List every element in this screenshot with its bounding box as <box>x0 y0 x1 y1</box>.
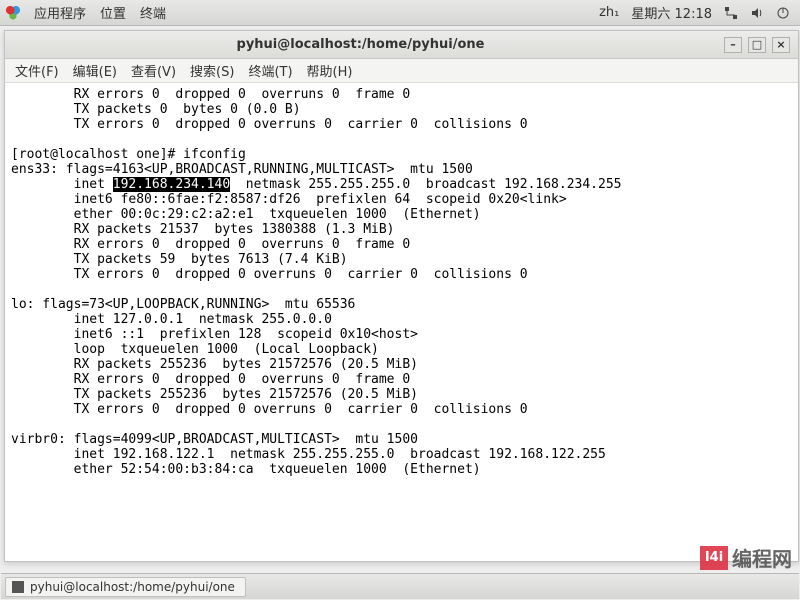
volume-icon[interactable] <box>750 6 764 20</box>
terminal-window: pyhui@localhost:/home/pyhui/one – □ × 文件… <box>4 30 799 562</box>
taskbar-item-terminal[interactable]: pyhui@localhost:/home/pyhui/one <box>5 577 246 597</box>
term-line: TX packets 255236 bytes 21572576 (20.5 M… <box>11 387 418 402</box>
window-title: pyhui@localhost:/home/pyhui/one <box>5 37 716 52</box>
window-titlebar[interactable]: pyhui@localhost:/home/pyhui/one – □ × <box>5 31 798 59</box>
term-line: [root@localhost one]# ifconfig <box>11 147 246 162</box>
term-line: RX packets 21537 bytes 1380388 (1.3 MiB) <box>11 222 395 237</box>
clock[interactable]: 星期六 12:18 <box>631 3 712 22</box>
term-line: TX errors 0 dropped 0 overruns 0 carrier… <box>11 267 528 282</box>
term-line: netmask 255.255.255.0 broadcast 192.168.… <box>230 177 621 192</box>
maximize-button[interactable]: □ <box>748 37 766 53</box>
taskbar: pyhui@localhost:/home/pyhui/one <box>1 573 799 599</box>
minimize-button[interactable]: – <box>724 37 742 53</box>
term-line: lo: flags=73<UP,LOOPBACK,RUNNING> mtu 65… <box>11 297 355 312</box>
term-line: loop txqueuelen 1000 (Local Loopback) <box>11 342 379 357</box>
menu-terminal[interactable]: 终端(T) <box>248 61 292 80</box>
ime-indicator[interactable]: zh₁ <box>599 5 619 20</box>
term-line: RX errors 0 dropped 0 overruns 0 frame 0 <box>11 87 410 102</box>
term-line: inet6 fe80::6fae:f2:8587:df26 prefixlen … <box>11 192 567 207</box>
system-panel: 应用程序 位置 终端 zh₁ 星期六 12:18 <box>0 0 800 26</box>
applications-menu[interactable]: 应用程序 <box>34 3 86 22</box>
term-line: ether 00:0c:29:c2:a2:e1 txqueuelen 1000 … <box>11 207 481 222</box>
term-line: ether 52:54:00:b3:84:ca txqueuelen 1000 … <box>11 462 481 477</box>
term-line: ens33: flags=4163<UP,BROADCAST,RUNNING,M… <box>11 162 473 177</box>
taskbar-item-label: pyhui@localhost:/home/pyhui/one <box>30 580 235 594</box>
highlighted-ip: 192.168.234.140 <box>113 177 230 192</box>
term-line: inet 192.168.122.1 netmask 255.255.255.0… <box>11 447 606 462</box>
term-line: inet 127.0.0.1 netmask 255.0.0.0 <box>11 312 332 327</box>
term-line: RX errors 0 dropped 0 overruns 0 frame 0 <box>11 237 410 252</box>
menu-edit[interactable]: 编辑(E) <box>73 61 117 80</box>
network-icon[interactable] <box>724 6 738 20</box>
menu-search[interactable]: 搜索(S) <box>190 61 234 80</box>
term-line: inet6 ::1 prefixlen 128 scopeid 0x10<hos… <box>11 327 418 342</box>
term-line: inet <box>11 177 113 192</box>
term-line: TX errors 0 dropped 0 overruns 0 carrier… <box>11 402 528 417</box>
menu-file[interactable]: 文件(F) <box>15 61 59 80</box>
term-line: RX errors 0 dropped 0 overruns 0 frame 0 <box>11 372 410 387</box>
terminal-icon <box>12 581 24 593</box>
menu-help[interactable]: 帮助(H) <box>307 61 353 80</box>
menu-view[interactable]: 查看(V) <box>131 61 176 80</box>
places-menu[interactable]: 位置 <box>100 3 126 22</box>
term-line: TX packets 0 bytes 0 (0.0 B) <box>11 102 301 117</box>
term-line: TX packets 59 bytes 7613 (7.4 KiB) <box>11 252 348 267</box>
term-line: RX packets 255236 bytes 21572576 (20.5 M… <box>11 357 418 372</box>
power-icon[interactable] <box>776 6 790 20</box>
term-line: TX errors 0 dropped 0 overruns 0 carrier… <box>11 117 528 132</box>
terminal-menubar: 文件(F) 编辑(E) 查看(V) 搜索(S) 终端(T) 帮助(H) <box>5 59 798 83</box>
terminal-menu[interactable]: 终端 <box>140 3 166 22</box>
terminal-output[interactable]: RX errors 0 dropped 0 overruns 0 frame 0… <box>5 83 798 561</box>
gnome-logo-icon <box>6 6 20 20</box>
term-line: virbr0: flags=4099<UP,BROADCAST,MULTICAS… <box>11 432 418 447</box>
close-button[interactable]: × <box>772 37 790 53</box>
